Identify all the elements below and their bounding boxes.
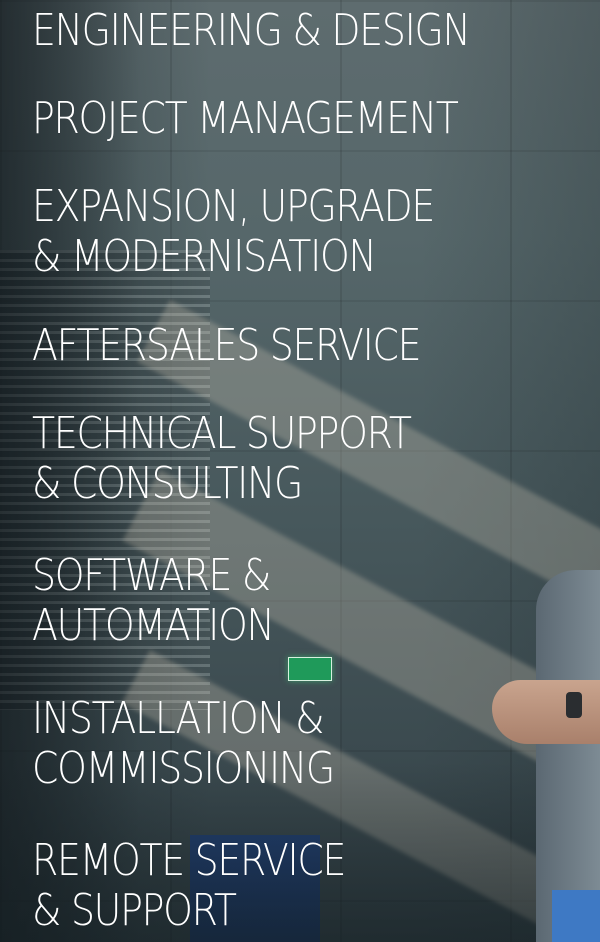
service-label: REMOTE SERVICE & SUPPORT (32, 835, 346, 936)
service-label: PROJECT MANAGEMENT (32, 93, 459, 144)
service-aftersales-service[interactable]: AFTERSALES SERVICE (32, 321, 592, 371)
service-label: ENGINEERING & DESIGN (32, 5, 471, 56)
service-label: INSTALLATION & COMMISSIONING (32, 693, 335, 794)
service-label: AFTERSALES SERVICE (32, 320, 422, 371)
service-technical-support-consulting[interactable]: TECHNICAL SUPPORT & CONSULTING (32, 409, 592, 509)
service-label: EXPANSION, UPGRADE & MODERNISATION (32, 181, 435, 282)
exit-sign-icon (288, 657, 332, 681)
service-label: SOFTWARE & AUTOMATION (32, 550, 275, 651)
service-project-management[interactable]: PROJECT MANAGEMENT (32, 94, 592, 144)
service-installation-commissioning[interactable]: INSTALLATION & COMMISSIONING (32, 694, 592, 794)
service-remote-service-support[interactable]: REMOTE SERVICE & SUPPORT (32, 836, 592, 936)
service-software-automation[interactable]: SOFTWARE & AUTOMATION (32, 551, 592, 651)
service-label: TECHNICAL SUPPORT & CONSULTING (32, 408, 412, 509)
service-engineering-design[interactable]: ENGINEERING & DESIGN (32, 6, 592, 56)
service-expansion-upgrade-modernisation[interactable]: EXPANSION, UPGRADE & MODERNISATION (32, 182, 592, 282)
